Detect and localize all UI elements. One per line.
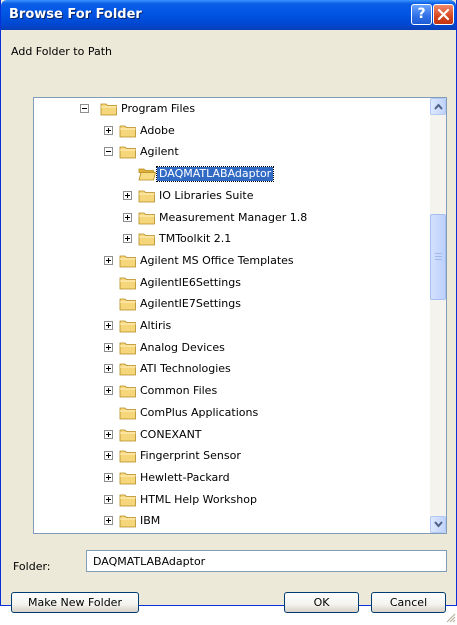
plus-expander-icon[interactable]: [104, 364, 113, 374]
help-button[interactable]: ?: [411, 4, 432, 25]
tree-item-label: Measurement Manager 1.8: [159, 210, 308, 224]
tree-item[interactable]: Agilent MS Office Templates: [34, 252, 430, 270]
plus-expander-icon[interactable]: [104, 386, 113, 396]
chevron-down-icon: [434, 521, 443, 528]
tree-item-label: AgilentIE6Settings: [140, 275, 241, 289]
tree-item[interactable]: Agilent: [34, 143, 430, 161]
chevron-up-icon: [434, 103, 443, 110]
help-icon: ?: [417, 6, 426, 22]
minus-expander-icon[interactable]: [80, 104, 89, 113]
plus-expander-icon[interactable]: [104, 321, 113, 330]
tree-item[interactable]: IO Libraries Suite: [34, 187, 430, 205]
folder-field-label: Folder:: [13, 560, 51, 573]
tree-item[interactable]: Program Files: [34, 100, 430, 118]
plus-expander-icon[interactable]: [104, 472, 113, 482]
tree-item-label: DAQMATLABAdaptor: [155, 166, 275, 183]
plus-expander-icon[interactable]: [123, 190, 132, 200]
tree-item[interactable]: Measurement Manager 1.8: [34, 209, 430, 227]
browse-for-folder-dialog: Browse For Folder ? Add Folder to Path P…: [0, 0, 457, 623]
tree-item-label: TMToolkit 2.1: [159, 232, 232, 246]
plus-expander-icon[interactable]: [104, 494, 113, 504]
folder-icon: [119, 407, 136, 420]
folder-icon: [138, 190, 155, 203]
tree-item[interactable]: CONEXANT: [34, 426, 430, 444]
tree-item-label: Program Files: [121, 102, 196, 115]
plus-expander-icon[interactable]: [104, 342, 113, 352]
tree-item[interactable]: DAQMATLABAdaptor: [34, 165, 430, 183]
tree-item-label: CONEXANT: [140, 427, 202, 441]
tree-item[interactable]: Adobe: [34, 122, 430, 140]
folder-icon: [119, 342, 136, 355]
folder-icon: [119, 125, 136, 138]
minus-expander-icon[interactable]: [104, 147, 113, 157]
folder-icon: [119, 450, 136, 463]
tree-item[interactable]: Common Files: [34, 382, 430, 400]
scroll-thumb[interactable]: [430, 214, 446, 300]
tree-item-label: Common Files: [140, 384, 218, 398]
plus-expander-icon[interactable]: [104, 125, 113, 135]
tree-item-label: ComPlus Applications: [140, 405, 259, 419]
tree-item-label: HTML Help Workshop: [140, 492, 257, 506]
tree-item-label: IO Libraries Suite: [159, 188, 254, 202]
tree-item[interactable]: ATI Technologies: [34, 360, 430, 378]
folder-icon: [119, 277, 136, 289]
ok-button[interactable]: OK: [284, 592, 359, 613]
window-title: Browse For Folder: [9, 7, 142, 22]
tree-item[interactable]: Analog Devices: [34, 339, 430, 357]
folder-icon: [119, 472, 136, 485]
tree-item-label: Hewlett-Packard: [140, 470, 230, 484]
resize-grip-icon[interactable]: [445, 612, 456, 623]
tree-item[interactable]: Altiris: [34, 317, 430, 335]
dialog-description: Add Folder to Path: [11, 45, 112, 58]
folder-tree[interactable]: Program Files Adobe Agilent DAQMATLABAdapto…: [34, 98, 430, 533]
tree-item[interactable]: ComPlus Applications: [34, 404, 430, 422]
vertical-scrollbar[interactable]: [430, 98, 446, 533]
tree-item-label: Analog Devices: [140, 340, 225, 354]
tree-item-label: Adobe: [140, 123, 175, 137]
tree-item[interactable]: HTML Help Workshop: [34, 491, 430, 509]
cancel-button[interactable]: Cancel: [371, 592, 446, 613]
tree-item-label: ATI Technologies: [140, 362, 231, 376]
folder-icon: [119, 385, 136, 398]
tree-item-label: IBM: [140, 514, 161, 528]
folder-icon: [119, 515, 136, 528]
folder-icon: [119, 429, 136, 441]
folder-input[interactable]: [86, 550, 447, 572]
plus-expander-icon[interactable]: [123, 234, 132, 244]
tree-item[interactable]: TMToolkit 2.1: [34, 230, 430, 248]
tree-item-label: Agilent MS Office Templates: [140, 253, 294, 267]
scroll-down-button[interactable]: [430, 516, 446, 533]
tree-item-label: Agilent: [140, 145, 179, 159]
folder-icon: [119, 255, 136, 268]
folder-icon: [119, 320, 136, 333]
tree-item[interactable]: Hewlett-Packard: [34, 469, 430, 487]
plus-expander-icon[interactable]: [104, 255, 113, 265]
tree-item[interactable]: AgilentIE6Settings: [34, 274, 430, 292]
folder-icon: [119, 146, 136, 159]
tree-item[interactable]: Fingerprint Sensor: [34, 447, 430, 465]
folder-icon: [138, 233, 155, 246]
plus-expander-icon[interactable]: [104, 516, 113, 526]
open-folder-icon: [138, 168, 156, 181]
plus-expander-icon[interactable]: [104, 451, 113, 461]
folder-icon: [119, 363, 136, 376]
folder-tree-view[interactable]: Program Files Adobe Agilent DAQMATLABAdapto…: [33, 97, 447, 534]
tree-item-label: Altiris: [140, 319, 172, 332]
folder-icon: [119, 494, 136, 506]
scroll-up-button[interactable]: [430, 98, 446, 115]
tree-item-label: Fingerprint Sensor: [140, 449, 241, 463]
tree-item-label: AgilentIE7Settings: [140, 297, 241, 311]
plus-expander-icon[interactable]: [104, 429, 113, 439]
make-new-folder-button[interactable]: Make New Folder: [11, 592, 139, 613]
folder-icon: [119, 298, 136, 311]
plus-expander-icon[interactable]: [123, 212, 132, 222]
folder-icon: [138, 212, 155, 224]
folder-icon: [100, 103, 117, 116]
tree-item[interactable]: AgilentIE7Settings: [34, 295, 430, 313]
tree-item[interactable]: IBM: [34, 512, 430, 530]
close-icon: [437, 8, 450, 21]
title-bar[interactable]: Browse For Folder ?: [1, 0, 456, 30]
close-button[interactable]: [433, 4, 454, 25]
